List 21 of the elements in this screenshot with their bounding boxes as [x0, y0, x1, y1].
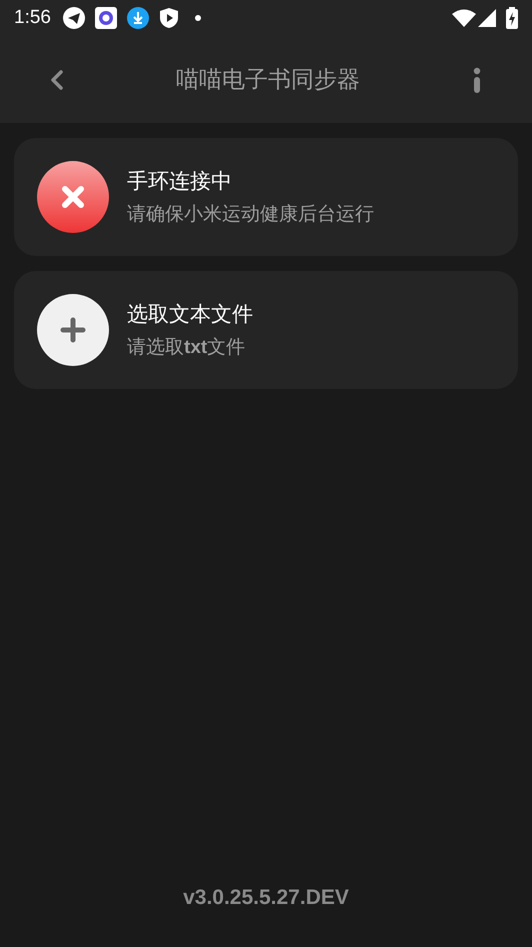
card-subtitle: 请选取txt文件 [127, 335, 246, 360]
status-card[interactable]: 手环连接中 请确保小米运动健康后台运行 [14, 138, 518, 256]
app-title: 喵喵电子书同步器 [175, 66, 361, 95]
version-label: v3.0.25.5.27.DEV [182, 886, 350, 911]
shield-play-icon [158, 7, 179, 29]
wifi-icon [452, 9, 476, 27]
add-icon [37, 294, 109, 366]
signal-icon [478, 9, 496, 27]
card-title: 手环连接中 [127, 168, 233, 195]
status-time: 1:56 [14, 7, 51, 29]
download-icon [126, 7, 149, 29]
card-title: 选取文本文件 [127, 301, 253, 328]
paper-plane-icon [62, 7, 85, 29]
error-icon [37, 161, 109, 233]
chat-app-icon [94, 7, 117, 29]
back-icon [50, 68, 64, 90]
card-subtitle: 请确保小米运动健康后台运行 [127, 202, 374, 227]
dot-icon [194, 15, 201, 21]
info-icon [472, 66, 482, 92]
file-picker-card[interactable]: 选取文本文件 请选取txt文件 [14, 271, 518, 389]
battery-icon [506, 7, 518, 29]
